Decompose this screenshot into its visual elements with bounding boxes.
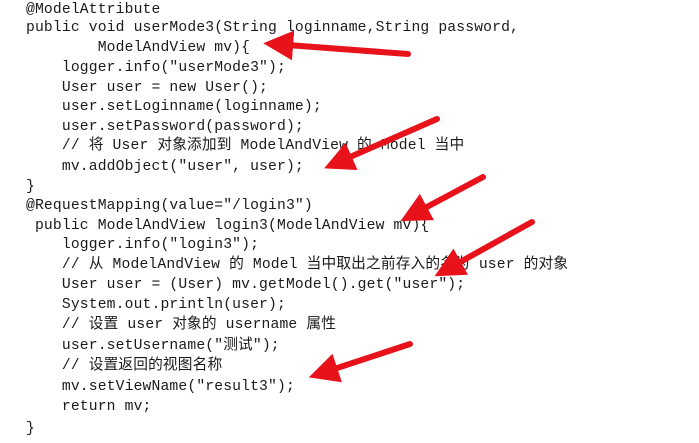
code-line: @ModelAttribute — [26, 2, 161, 18]
code-line: logger.info("login3"); — [26, 237, 260, 253]
code-line: user.setPassword(password); — [26, 119, 304, 135]
code-line: public ModelAndView login3(ModelAndView … — [26, 218, 430, 234]
code-line: return mv; — [26, 399, 152, 415]
code-line: user.setLoginname(loginname); — [26, 99, 322, 115]
code-line: User user = new User(); — [26, 80, 269, 96]
code-block: @ModelAttribute public void userMode3(St… — [0, 0, 699, 443]
code-line: // 设置返回的视图名称 — [26, 358, 223, 374]
code-line: mv.addObject("user", user); — [26, 159, 304, 175]
code-line: ModelAndView mv){ — [26, 40, 251, 56]
code-line: // 将 User 对象添加到 ModelAndView 的 Model 当中 — [26, 138, 465, 154]
code-line: user.setUsername("测试"); — [26, 338, 280, 354]
code-line: System.out.println(user); — [26, 297, 286, 313]
code-line: User user = (User) mv.getModel().get("us… — [26, 277, 466, 293]
code-line: mv.setViewName("result3"); — [26, 379, 295, 395]
code-line: logger.info("userMode3"); — [26, 60, 286, 76]
code-line: @RequestMapping(value="/login3") — [26, 198, 313, 214]
code-line: public void userMode3(String loginname,S… — [26, 20, 520, 36]
code-line: } — [26, 421, 35, 437]
code-line: // 设置 user 对象的 username 属性 — [26, 317, 337, 333]
code-line: // 从 ModelAndView 的 Model 当中取出之前存入的名为 us… — [26, 257, 569, 273]
code-line: } — [26, 179, 35, 195]
